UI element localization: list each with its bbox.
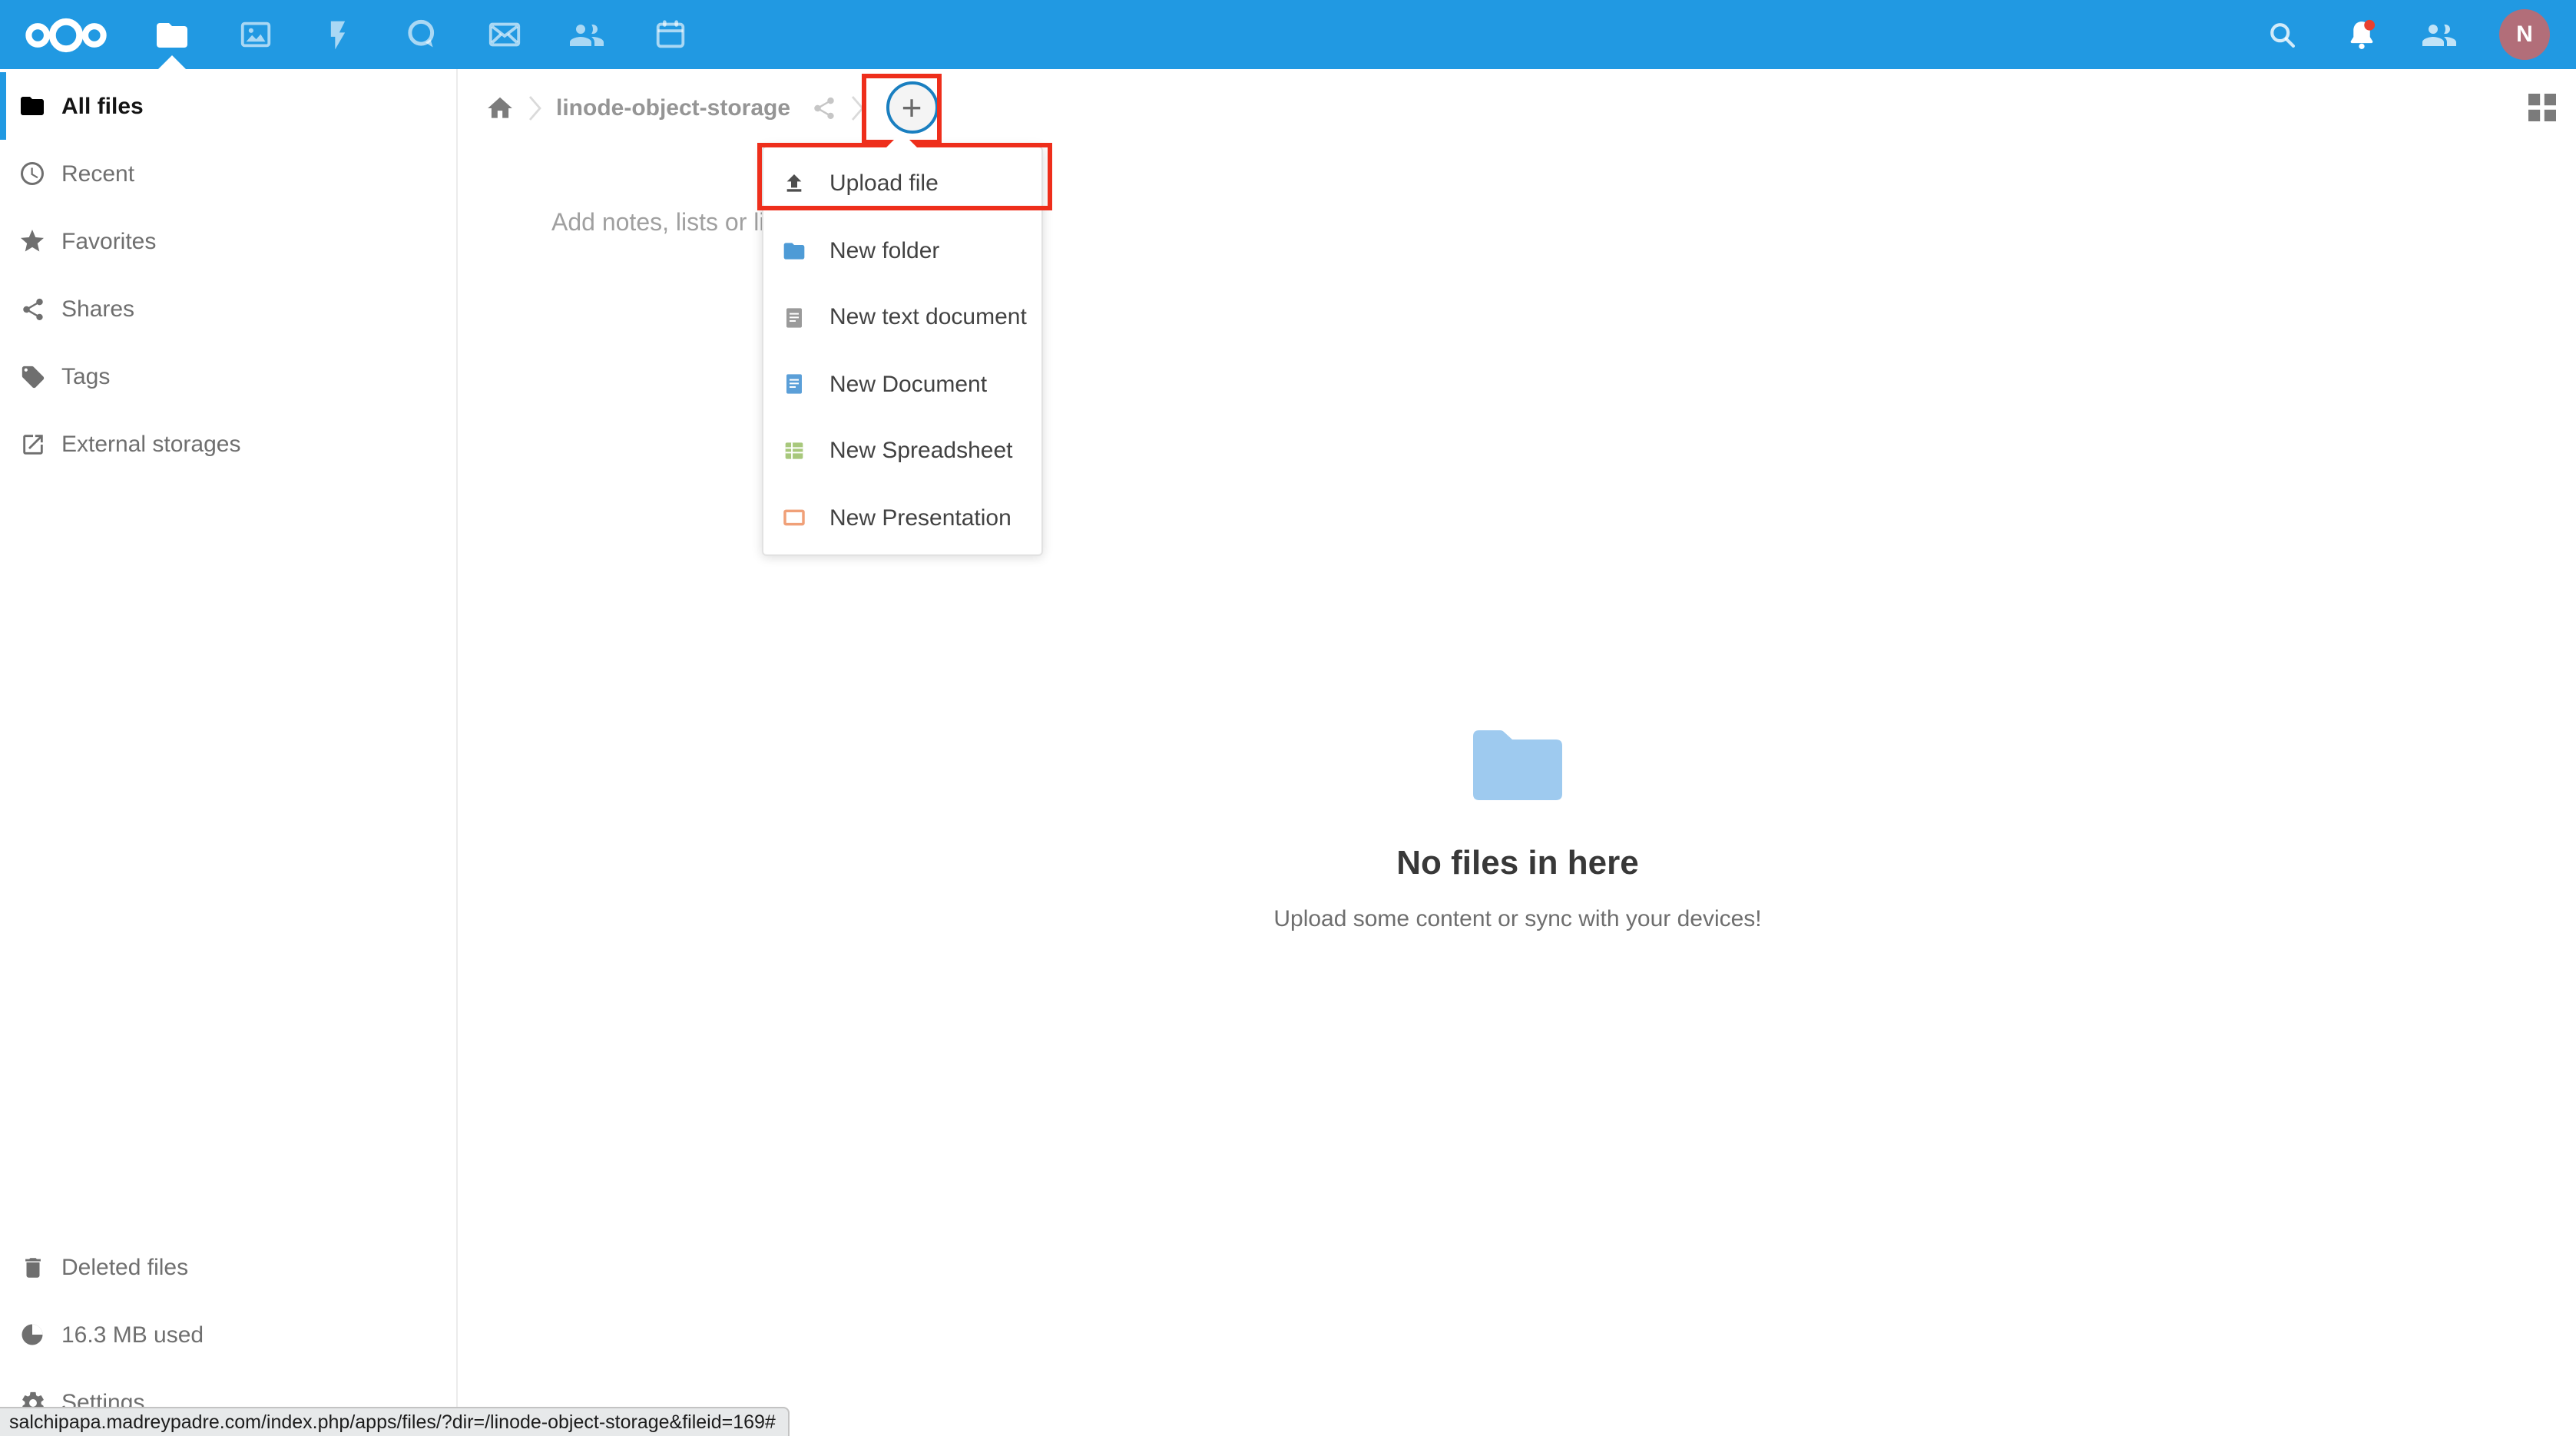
share-icon bbox=[18, 295, 46, 323]
chevron-right-icon bbox=[850, 94, 864, 121]
contacts-menu-button[interactable] bbox=[2421, 16, 2458, 53]
sidebar-footer: Deleted files 16.3 MB used Settings bbox=[0, 1233, 456, 1436]
sidebar-item-external-storages[interactable]: External storages bbox=[0, 410, 456, 478]
notification-dot bbox=[2363, 20, 2374, 31]
sidebar: All files Recent Favorites Shares Tags bbox=[0, 69, 458, 1436]
menu-item-new-presentation[interactable]: New Presentation bbox=[763, 485, 1041, 551]
sidebar-item-quota[interactable]: 16.3 MB used bbox=[0, 1301, 456, 1368]
blue-folder-icon bbox=[1473, 728, 1562, 800]
menu-item-label: New text document bbox=[829, 305, 1027, 331]
sidebar-item-label: Deleted files bbox=[61, 1254, 188, 1280]
bell-icon bbox=[2343, 17, 2379, 52]
chevron-right-icon bbox=[528, 94, 542, 121]
orange-presentation-icon bbox=[782, 505, 806, 532]
app-tab-contacts[interactable] bbox=[545, 0, 628, 69]
search-button[interactable] bbox=[2264, 16, 2301, 53]
nextcloud-window: N All files Recent Favorites Share bbox=[0, 0, 2576, 1436]
menu-item-label: New Document bbox=[829, 372, 987, 398]
lightning-icon bbox=[321, 18, 355, 51]
status-url-tooltip: salchipapa.madreypadre.com/index.php/app… bbox=[0, 1407, 790, 1436]
sidebar-item-label: 16.3 MB used bbox=[61, 1322, 204, 1348]
gray-document-icon bbox=[782, 304, 806, 332]
menu-caret bbox=[886, 132, 917, 147]
tag-icon bbox=[18, 362, 46, 390]
empty-state-title: No files in here bbox=[459, 843, 2576, 883]
people-icon bbox=[568, 16, 605, 53]
avatar[interactable]: N bbox=[2499, 9, 2550, 60]
folder-icon bbox=[18, 92, 46, 120]
star-icon bbox=[18, 227, 46, 255]
menu-item-new-folder[interactable]: New folder bbox=[763, 217, 1041, 284]
sidebar-item-favorites[interactable]: Favorites bbox=[0, 207, 456, 275]
trash-icon bbox=[18, 1253, 46, 1281]
magnifier-icon bbox=[2266, 18, 2300, 51]
menu-item-new-document[interactable]: New Document bbox=[763, 351, 1041, 418]
app-tab-files[interactable] bbox=[131, 0, 214, 69]
grid-view-toggle[interactable] bbox=[2528, 94, 2556, 121]
breadcrumb: linode-object-storage + bbox=[459, 69, 2576, 146]
empty-state-subtitle: Upload some content or sync with your de… bbox=[459, 906, 2576, 932]
app-tab-activity[interactable] bbox=[296, 0, 379, 69]
app-tab-talk[interactable] bbox=[379, 0, 462, 69]
menu-item-label: Upload file bbox=[829, 171, 939, 197]
upload-icon bbox=[782, 170, 806, 198]
sidebar-item-deleted-files[interactable]: Deleted files bbox=[0, 1233, 456, 1301]
sidebar-item-label: Recent bbox=[61, 160, 134, 187]
home-icon[interactable] bbox=[485, 93, 515, 122]
blue-document-icon bbox=[782, 371, 806, 399]
sidebar-item-label: Shares bbox=[61, 296, 134, 322]
empty-state: No files in here Upload some content or … bbox=[459, 728, 2576, 932]
photos-icon bbox=[237, 17, 273, 52]
quota-pie-icon bbox=[18, 1321, 46, 1348]
breadcrumb-folder[interactable]: linode-object-storage bbox=[556, 94, 790, 121]
talk-bubble-icon bbox=[403, 17, 439, 52]
app-tab-photos[interactable] bbox=[214, 0, 296, 69]
sidebar-item-tags[interactable]: Tags bbox=[0, 342, 456, 410]
app-tab-mail[interactable] bbox=[462, 0, 545, 69]
menu-item-upload-file[interactable]: Upload file bbox=[763, 151, 1041, 217]
sidebar-item-label: Tags bbox=[61, 363, 110, 389]
clock-icon bbox=[18, 160, 46, 187]
external-link-icon bbox=[18, 430, 46, 458]
menu-item-label: New folder bbox=[829, 238, 939, 264]
menu-item-new-text-document[interactable]: New text document bbox=[763, 284, 1041, 351]
envelope-icon bbox=[486, 17, 521, 52]
sidebar-item-shares[interactable]: Shares bbox=[0, 275, 456, 342]
menu-item-label: New Spreadsheet bbox=[829, 438, 1013, 465]
menu-item-new-spreadsheet[interactable]: New Spreadsheet bbox=[763, 418, 1041, 485]
app-tabs bbox=[131, 0, 711, 69]
blue-folder-icon bbox=[782, 237, 806, 265]
menu-item-label: New Presentation bbox=[829, 505, 1012, 531]
grid-icon bbox=[2528, 94, 2556, 121]
nextcloud-logo[interactable] bbox=[23, 15, 109, 55]
sidebar-item-label: All files bbox=[61, 93, 144, 119]
sidebar-item-all-files[interactable]: All files bbox=[0, 72, 456, 140]
sidebar-item-recent[interactable]: Recent bbox=[0, 140, 456, 207]
new-file-button[interactable]: + bbox=[886, 81, 938, 134]
green-spreadsheet-icon bbox=[782, 438, 806, 465]
header-right: N bbox=[2264, 9, 2576, 60]
app-tab-calendar[interactable] bbox=[628, 0, 711, 69]
people-icon bbox=[2421, 16, 2458, 53]
header: N bbox=[0, 0, 2576, 69]
notifications-button[interactable] bbox=[2343, 16, 2379, 53]
share-icon[interactable] bbox=[810, 94, 836, 121]
new-file-menu: Upload file New folder New text document bbox=[762, 146, 1043, 556]
sidebar-item-label: Favorites bbox=[61, 228, 156, 254]
folder-icon bbox=[154, 16, 190, 53]
sidebar-item-label: External storages bbox=[61, 431, 240, 457]
calendar-icon bbox=[652, 17, 687, 52]
